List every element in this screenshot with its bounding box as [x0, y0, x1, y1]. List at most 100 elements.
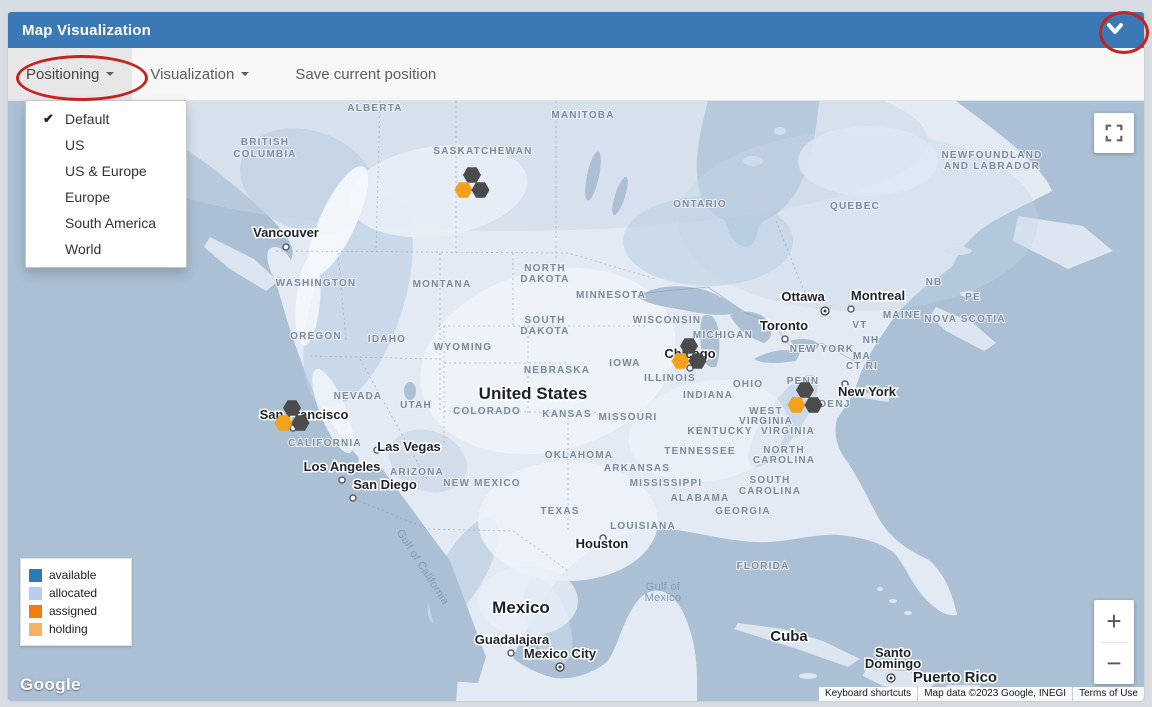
map-attribution: Keyboard shortcuts Map data ©2023 Google… — [819, 687, 1144, 701]
dropdown-item-label: World — [65, 241, 101, 257]
region-label: NOVA SCOTIA — [924, 314, 1006, 325]
city-dot — [848, 306, 854, 312]
zoom-in-button[interactable]: + — [1094, 600, 1134, 642]
legend-swatch-allocated — [29, 587, 42, 600]
region-label: ALABAMA — [671, 493, 730, 504]
region-label: VIRGINIA — [761, 426, 815, 437]
zoom-control: + − — [1094, 600, 1134, 684]
city-label: Guadalajara — [475, 632, 550, 647]
city-label: Ottawa — [781, 289, 825, 304]
visualization-menu-label: Visualization — [150, 66, 234, 83]
region-label: BRITISH — [241, 137, 289, 148]
region-label: VT — [852, 320, 867, 331]
region-label: NEWFOUNDLAND — [941, 150, 1042, 161]
legend-label: available — [49, 568, 96, 582]
region-label: IOWA — [609, 358, 640, 369]
fullscreen-icon — [1103, 122, 1125, 144]
region-label: MISSISSIPPI — [630, 478, 703, 489]
chevron-down-icon — [1104, 21, 1126, 40]
fullscreen-button[interactable] — [1094, 113, 1134, 153]
city-label: Cuba — [770, 628, 808, 645]
region-label: AND LABRADOR — [944, 161, 1040, 172]
caret-down-icon — [241, 72, 249, 76]
region-label: MISSOURI — [598, 412, 657, 423]
legend-label: assigned — [49, 604, 97, 618]
region-label: SOUTH — [750, 475, 791, 486]
capital-city-dot-inner — [559, 666, 562, 669]
dropdown-item-us[interactable]: US — [26, 132, 186, 158]
dropdown-item-south-america[interactable]: South America — [26, 210, 186, 236]
country-label: Mexico — [492, 598, 550, 617]
region-label: KENTUCKY — [687, 426, 752, 437]
positioning-menu-label: Positioning — [26, 66, 99, 83]
region-label: OREGON — [290, 331, 342, 342]
legend-item-holding: holding — [29, 620, 123, 638]
dropdown-item-label: US — [65, 137, 84, 153]
city-label: Las Vegas — [377, 439, 441, 454]
region-label: DAKOTA — [520, 274, 569, 285]
dropdown-item-default[interactable]: ✔Default — [26, 106, 186, 132]
region-label: SASKATCHEWAN — [433, 146, 532, 157]
dropdown-item-europe[interactable]: Europe — [26, 184, 186, 210]
region-label: TEXAS — [540, 506, 579, 517]
region-label: WASHINGTON — [276, 278, 357, 289]
city-label: San Diego — [353, 477, 417, 492]
dropdown-item-world[interactable]: World — [26, 236, 186, 262]
city-label: Vancouver — [253, 225, 319, 240]
legend-swatch-holding — [29, 623, 42, 636]
city-dot — [782, 336, 788, 342]
region-label: NEVADA — [334, 391, 383, 402]
region-label: WISCONSIN — [633, 315, 702, 326]
region-label: ILLINOIS — [644, 373, 696, 384]
terms-of-use-link[interactable]: Terms of Use — [1072, 687, 1144, 701]
region-label: IDAHO — [368, 334, 406, 345]
region-label: CAROLINA — [739, 486, 801, 497]
city-dot — [350, 495, 356, 501]
save-position-label: Save current position — [295, 66, 436, 83]
region-label: COLORADO — [453, 406, 521, 417]
google-logo[interactable]: Google — [20, 675, 81, 695]
region-label: ONTARIO — [673, 199, 727, 210]
map-data-text: Map data ©2023 Google, INEGI — [917, 687, 1072, 701]
region-label: LOUISIANA — [610, 521, 676, 532]
collapse-panel-button[interactable] — [1102, 20, 1128, 40]
city-label: Los Angeles — [304, 459, 381, 474]
capital-city-dot-inner — [824, 310, 827, 313]
city-dot — [508, 650, 514, 656]
positioning-menu-button[interactable]: Positioning — [8, 48, 132, 100]
region-label: NEW YORK — [790, 344, 854, 355]
region-label: SOUTH — [525, 315, 566, 326]
map-toolbar: Positioning Visualization Save current p… — [8, 48, 1144, 101]
city-label: Mexico City — [524, 646, 597, 661]
country-label: United States — [479, 384, 588, 403]
region-label: OKLAHOMA — [545, 450, 613, 461]
save-current-position-button[interactable]: Save current position — [277, 48, 454, 100]
legend-item-allocated: allocated — [29, 584, 123, 602]
region-label: CAROLINA — [753, 455, 815, 466]
region-label: FLORIDA — [737, 561, 790, 572]
region-label: MICHIGAN — [693, 330, 753, 341]
city-label: Puerto Rico — [913, 669, 997, 686]
dropdown-item-label: Europe — [65, 189, 110, 205]
city-label: Montreal — [851, 288, 905, 303]
region-label: NORTH — [524, 263, 566, 274]
region-label: NEW MEXICO — [443, 478, 521, 489]
legend-label: allocated — [49, 586, 97, 600]
dropdown-item-us-europe[interactable]: US & Europe — [26, 158, 186, 184]
region-label: PE — [965, 292, 981, 303]
region-label: KANSAS — [542, 409, 591, 420]
region-label: MANITOBA — [551, 110, 614, 121]
capital-city-dot-inner — [890, 677, 893, 680]
panel-title: Map Visualization — [8, 22, 151, 39]
visualization-menu-button[interactable]: Visualization — [132, 48, 267, 100]
region-label: UTAH — [400, 400, 432, 411]
region-label: ARKANSAS — [604, 463, 670, 474]
city-label: Houston — [576, 536, 629, 551]
region-label: CALIFORNIA — [288, 438, 362, 449]
region-label: CT RI — [846, 361, 878, 372]
region-label: QUEBEC — [830, 201, 880, 212]
zoom-out-button[interactable]: − — [1094, 643, 1134, 685]
region-label: OHIO — [733, 379, 763, 390]
region-label: ALBERTA — [347, 103, 402, 114]
keyboard-shortcuts-link[interactable]: Keyboard shortcuts — [819, 687, 917, 701]
